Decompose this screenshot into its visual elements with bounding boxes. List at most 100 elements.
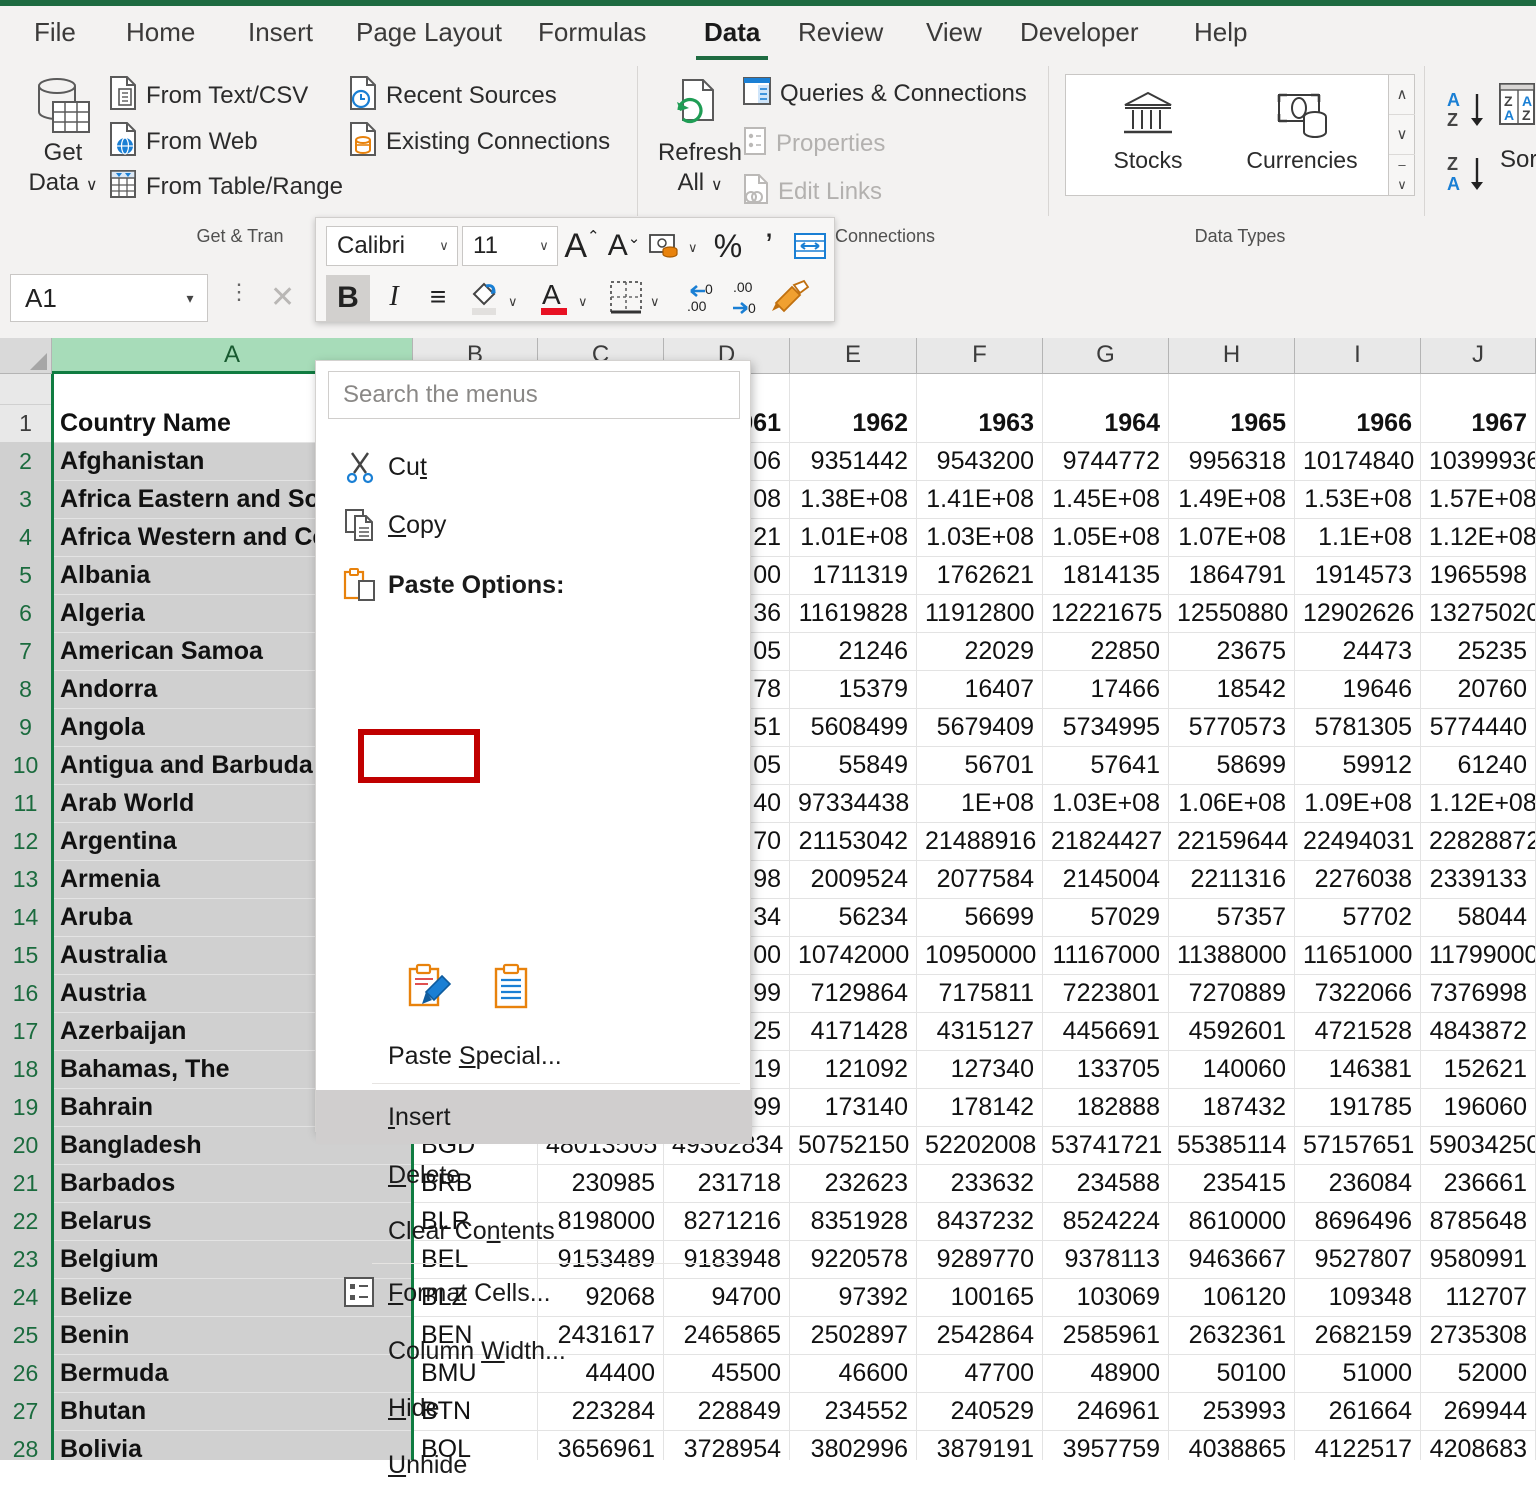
increase-decimal-button[interactable]: .00 0 [720, 275, 764, 319]
cell-E2[interactable]: 9351442 [790, 443, 917, 481]
cell-E18[interactable]: 121092 [790, 1051, 917, 1089]
cell-E15[interactable]: 10742000 [790, 937, 917, 975]
name-box[interactable]: A1 ▾ [10, 274, 208, 322]
cell-G3[interactable]: 1.45E+08 [1043, 481, 1169, 519]
paste-formatting-button[interactable] [406, 962, 454, 1019]
cell-J25[interactable]: 2735308 [1421, 1317, 1536, 1355]
cell-G4[interactable]: 1.05E+08 [1043, 519, 1169, 557]
row-header-10[interactable]: 10 [0, 747, 52, 785]
cell-F28[interactable]: 3879191 [917, 1431, 1043, 1460]
decrease-font-size-button[interactable]: A ⌄ [604, 224, 644, 268]
get-data-button[interactable]: Get Data ∨ [8, 76, 118, 201]
ribbon-tab-home[interactable]: Home [118, 14, 203, 54]
cell-H6[interactable]: 12550880 [1169, 595, 1295, 633]
cell-J16[interactable]: 7376998 [1421, 975, 1536, 1013]
row-header-28[interactable]: 28 [0, 1431, 52, 1460]
cell-E3[interactable]: 1.38E+08 [790, 481, 917, 519]
row-header-2[interactable]: 2 [0, 443, 52, 481]
cell-J15[interactable]: 11799000 [1421, 937, 1536, 975]
font-color-caret-icon[interactable]: ∨ [578, 294, 588, 310]
cell-F6[interactable]: 11912800 [917, 595, 1043, 633]
context-menu-item-copy[interactable]: Copy [316, 497, 752, 553]
column-header-G[interactable]: G [1043, 338, 1169, 374]
cell-J21[interactable]: 236661 [1421, 1165, 1536, 1203]
cell-J1[interactable]: 1967 [1421, 405, 1536, 443]
cell-J12[interactable]: 22828872 [1421, 823, 1536, 861]
wrap-merge-button[interactable] [790, 224, 830, 268]
search-menus-input[interactable]: Search the menus [328, 371, 740, 419]
cell-G12[interactable]: 21824427 [1043, 823, 1169, 861]
row-header-6[interactable]: 6 [0, 595, 52, 633]
column-header-I[interactable]: I [1295, 338, 1421, 374]
cell-H1[interactable]: 1965 [1169, 405, 1295, 443]
cell-H11[interactable]: 1.06E+08 [1169, 785, 1295, 823]
row-header-4[interactable]: 4 [0, 519, 52, 557]
cell-F16[interactable]: 7175811 [917, 975, 1043, 1013]
cell-E9[interactable]: 5608499 [790, 709, 917, 747]
row-header-12[interactable]: 12 [0, 823, 52, 861]
cell-I18[interactable]: 146381 [1295, 1051, 1421, 1089]
cell-H4[interactable]: 1.07E+08 [1169, 519, 1295, 557]
cell-G17[interactable]: 4456691 [1043, 1013, 1169, 1051]
ribbon-tab-help[interactable]: Help [1186, 14, 1255, 54]
cell-J13[interactable]: 2339133 [1421, 861, 1536, 899]
cell-G21[interactable]: 234588 [1043, 1165, 1169, 1203]
cell-H18[interactable]: 140060 [1169, 1051, 1295, 1089]
cell-I3[interactable]: 1.53E+08 [1295, 481, 1421, 519]
cell-I9[interactable]: 5781305 [1295, 709, 1421, 747]
cell-J23[interactable]: 9580991 [1421, 1241, 1536, 1279]
cell-F1[interactable]: 1963 [917, 405, 1043, 443]
queries-connections-button[interactable]: Queries & Connections [742, 76, 1027, 111]
sort-ascending-button[interactable]: A Z [1444, 88, 1496, 137]
row-header-21[interactable]: 21 [0, 1165, 52, 1203]
cell-G27[interactable]: 246961 [1043, 1393, 1169, 1431]
cell-H13[interactable]: 2211316 [1169, 861, 1295, 899]
cell-G23[interactable]: 9378113 [1043, 1241, 1169, 1279]
context-menu-item-cut[interactable]: Cut [316, 439, 752, 495]
context-menu-item-unhide[interactable]: Unhide [316, 1437, 752, 1493]
cell-H17[interactable]: 4592601 [1169, 1013, 1295, 1051]
cell-I26[interactable]: 51000 [1295, 1355, 1421, 1393]
cell-I11[interactable]: 1.09E+08 [1295, 785, 1421, 823]
cell-H26[interactable]: 50100 [1169, 1355, 1295, 1393]
ribbon-tab-insert[interactable]: Insert [240, 14, 321, 54]
cell-J26[interactable]: 52000 [1421, 1355, 1536, 1393]
context-menu-item-insert[interactable]: Insert [316, 1090, 752, 1144]
cell-I5[interactable]: 1914573 [1295, 557, 1421, 595]
cell-E20[interactable]: 50752150 [790, 1127, 917, 1165]
recent-sources-button[interactable]: Recent Sources [348, 76, 557, 115]
column-header-E[interactable]: E [790, 338, 917, 374]
cell-G6[interactable]: 12221675 [1043, 595, 1169, 633]
cell-E5[interactable]: 1711319 [790, 557, 917, 595]
cell-I21[interactable]: 236084 [1295, 1165, 1421, 1203]
cell-E23[interactable]: 9220578 [790, 1241, 917, 1279]
context-menu-item-clear-contents[interactable]: Clear Contents [316, 1203, 752, 1259]
cell-E25[interactable]: 2502897 [790, 1317, 917, 1355]
cell-I16[interactable]: 7322066 [1295, 975, 1421, 1013]
font-name-caret-icon[interactable]: ∨ [431, 238, 457, 254]
cell-G19[interactable]: 182888 [1043, 1089, 1169, 1127]
cell-F23[interactable]: 9289770 [917, 1241, 1043, 1279]
cell-I28[interactable]: 4122517 [1295, 1431, 1421, 1460]
cell-G5[interactable]: 1814135 [1043, 557, 1169, 595]
cell-F8[interactable]: 16407 [917, 671, 1043, 709]
cell-G28[interactable]: 3957759 [1043, 1431, 1169, 1460]
font-color-button[interactable]: A [532, 275, 576, 319]
cancel-entry-icon[interactable]: ✕ [270, 280, 295, 315]
cell-I12[interactable]: 22494031 [1295, 823, 1421, 861]
cell-I2[interactable]: 10174840 [1295, 443, 1421, 481]
cell-G9[interactable]: 5734995 [1043, 709, 1169, 747]
cell-E11[interactable]: 97334438 [790, 785, 917, 823]
column-header-J[interactable]: J [1421, 338, 1536, 374]
cell-F19[interactable]: 178142 [917, 1089, 1043, 1127]
cell-F18[interactable]: 127340 [917, 1051, 1043, 1089]
cell-E21[interactable]: 232623 [790, 1165, 917, 1203]
cell-H7[interactable]: 23675 [1169, 633, 1295, 671]
cell-J3[interactable]: 1.57E+08 [1421, 481, 1536, 519]
from-table-range-button[interactable]: From Table/Range [108, 168, 343, 205]
existing-connections-button[interactable]: Existing Connections [348, 122, 610, 161]
cell-J17[interactable]: 4843872 [1421, 1013, 1536, 1051]
paste-values-button[interactable] [488, 962, 536, 1019]
accounting-format-caret-icon[interactable]: ∨ [688, 240, 698, 256]
cell-E6[interactable]: 11619828 [790, 595, 917, 633]
